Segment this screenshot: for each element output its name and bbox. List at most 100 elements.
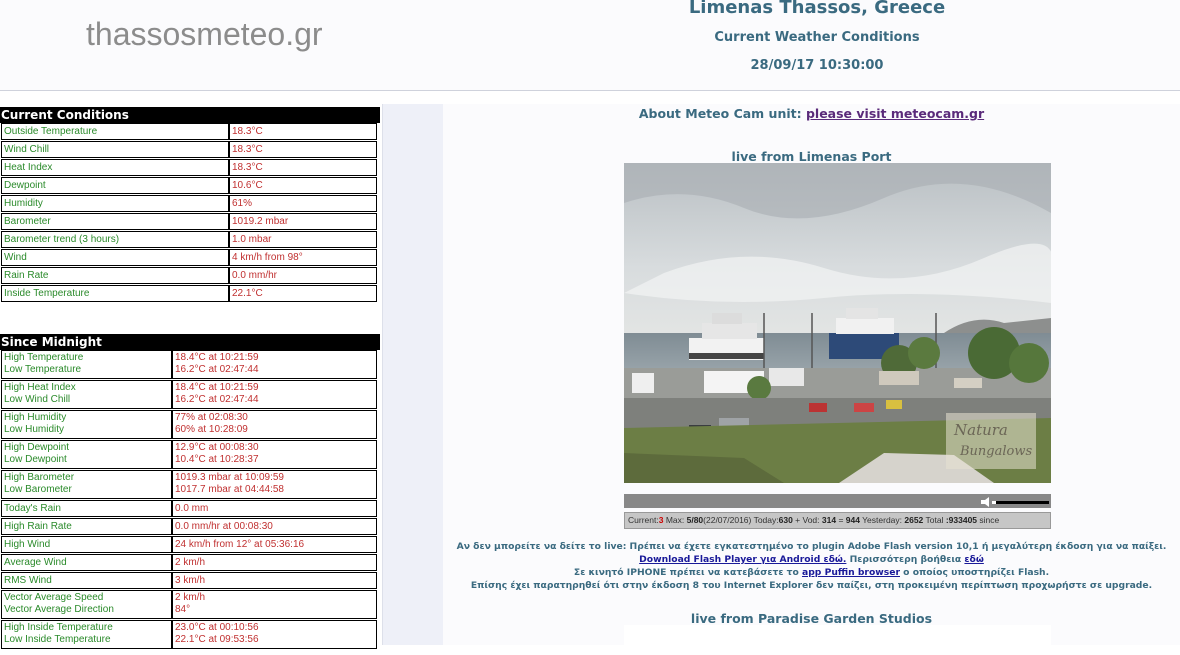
row-label-text: Dewpoint xyxy=(4,180,46,191)
row-label: High Dewpoint Low Dewpoint xyxy=(1,440,172,469)
row-value-text-2: 16.2°C at 02:47:44 xyxy=(175,364,259,375)
row-value-text: 18.3°C xyxy=(232,144,263,155)
stats-vod-label: + Vod: xyxy=(792,515,822,525)
meteocam-link[interactable]: please visit meteocam.gr xyxy=(806,106,984,121)
info-iphone-text-end: ο οποίος υποστηρίζει Flash. xyxy=(899,567,1050,578)
row-label-text-2: Low Humidity xyxy=(4,424,65,435)
row-label: High Rain Rate xyxy=(1,518,172,535)
row-value-text: 22.1°C xyxy=(232,288,263,299)
column-separator xyxy=(382,104,444,645)
row-value-text: 2 km/h xyxy=(175,592,206,603)
visitor-stats: Current:3 Max: 5/80(22/07/2016) Today:63… xyxy=(624,512,1051,529)
row-value: 77% at 02:08:30 60% at 10:28:09 xyxy=(172,410,377,439)
row-label: High Temperature Low Temperature xyxy=(1,350,172,379)
volume-slider xyxy=(992,501,1049,504)
row-value: 1019.3 mbar at 10:09:59 1017.7 mbar at 04… xyxy=(172,470,377,499)
row-label-text: High Dewpoint xyxy=(4,442,70,453)
row-label-text: Humidity xyxy=(4,198,43,209)
row-label-text-2: Low Inside Temperature xyxy=(4,634,111,645)
about-meteocam: About Meteo Cam unit: please visit meteo… xyxy=(443,106,1180,121)
row-value-text: 23.0°C at 00:10:56 xyxy=(175,622,259,633)
since-midnight-heading: Since Midnight xyxy=(0,334,380,350)
row-label-text: Heat Index xyxy=(4,162,53,173)
row-label-text: High Inside Temperature xyxy=(4,622,113,633)
row-value-text: 18.3°C xyxy=(232,126,263,137)
row-label-text: Average Wind xyxy=(4,557,67,568)
row-value: 18.3°C xyxy=(229,159,377,176)
row-label: Today's Rain xyxy=(1,500,172,517)
webcam-image: Natura Bungalows xyxy=(624,163,1051,483)
row-value-text: 0.0 mm/hr xyxy=(232,270,278,281)
row-label-text: High Humidity xyxy=(4,412,67,423)
report-datetime: 28/09/17 10:30:00 xyxy=(750,58,884,73)
row-value: 61% xyxy=(229,195,377,212)
current-conditions-heading: Current Conditions xyxy=(0,107,380,123)
row-label: RMS Wind xyxy=(1,572,172,589)
weather-data-column: Current Conditions Outside Temperature 18… xyxy=(0,104,382,649)
info-line-3: Σε κινητό IPHONE πρέπει να κατεβάσετε το… xyxy=(443,566,1180,579)
row-value-text: 2 km/h xyxy=(175,557,206,568)
row-value: 10.6°C xyxy=(229,177,377,194)
row-value-text-2: 1017.7 mbar at 04:44:58 xyxy=(175,484,284,495)
row-label-text: Barometer xyxy=(4,216,51,227)
row-label-text: Inside Temperature xyxy=(4,288,90,299)
row-label: High Barometer Low Barometer xyxy=(1,470,172,499)
row-value-text-2: 22.1°C at 09:53:56 xyxy=(175,634,259,645)
player-control-bar[interactable] xyxy=(624,494,1051,508)
row-label-text: High Heat Index xyxy=(4,382,76,393)
row-label: Average Wind xyxy=(1,554,172,571)
row-label: Humidity xyxy=(1,195,229,212)
row-value: 12.9°C at 00:08:30 10.4°C at 10:28:37 xyxy=(172,440,377,469)
row-label-text-2: Low Dewpoint xyxy=(4,454,67,465)
row-label: Dewpoint xyxy=(1,177,229,194)
more-help-link[interactable]: εδώ xyxy=(964,554,983,565)
row-value-text-2: 84° xyxy=(175,604,191,615)
row-value: 18.4°C at 10:21:59 16.2°C at 02:47:44 xyxy=(172,350,377,379)
webcam-paradise-garden[interactable] xyxy=(624,625,1051,655)
site-logo[interactable]: thassosmeteo.gr xyxy=(86,16,323,53)
stats-yesterday-value: 2652 xyxy=(904,515,924,525)
stats-vod-value: 314 xyxy=(821,515,837,525)
row-label: Inside Temperature xyxy=(1,285,229,302)
row-label: Wind xyxy=(1,249,229,266)
row-label-text: Outside Temperature xyxy=(4,126,98,137)
row-value: 4 km/h from 98° xyxy=(229,249,377,266)
stats-current-label: Current: xyxy=(628,515,659,525)
page-title: Limenas Thassos, Greece xyxy=(688,0,946,18)
row-label-text-2: Low Wind Chill xyxy=(4,394,71,405)
watermark-line1: Natura xyxy=(953,421,1008,439)
stats-max-value: 5/80 xyxy=(686,515,704,525)
row-label-text-2: Low Temperature xyxy=(4,364,82,375)
row-value: 3 km/h xyxy=(172,572,377,589)
row-value: 0.0 mm/hr at 00:08:30 xyxy=(172,518,377,535)
row-value-text: 61% xyxy=(232,198,253,209)
row-label-text: High Temperature xyxy=(4,352,84,363)
stats-max-date: (22/07/2016) xyxy=(703,515,752,525)
row-label: Wind Chill xyxy=(1,141,229,158)
row-value: 2 km/h 84° xyxy=(172,590,377,619)
row-label: Rain Rate xyxy=(1,267,229,284)
watermark-line2: Bungalows xyxy=(959,444,1032,459)
row-label-text: Vector Average Speed xyxy=(4,592,104,603)
row-value-text: 18.4°C at 10:21:59 xyxy=(175,352,259,363)
download-flash-link[interactable]: Download Flash Player για Android εδώ. xyxy=(639,554,846,565)
volume-control[interactable] xyxy=(624,495,1051,509)
row-value: 18.4°C at 10:21:59 16.2°C at 02:47:44 xyxy=(172,380,377,409)
row-label-text: RMS Wind xyxy=(4,575,52,586)
row-label-text: Barometer trend (3 hours) xyxy=(4,234,120,245)
page-subtitle: Current Weather Conditions xyxy=(714,30,920,45)
flash-help-info: Αν δεν μπορείτε να δείτε το live: Πρέπει… xyxy=(443,540,1180,592)
row-value: 18.3°C xyxy=(229,141,377,158)
row-label: Barometer xyxy=(1,213,229,230)
webcam-limenas-port[interactable]: Natura Bungalows xyxy=(624,163,1051,483)
row-value-text-2: 16.2°C at 02:47:44 xyxy=(175,394,259,405)
puffin-browser-link[interactable]: app Puffin browser xyxy=(802,567,900,578)
row-value-text: 1019.2 mbar xyxy=(232,216,289,227)
stats-eq-label: = xyxy=(836,515,846,525)
row-value-text-2: 10.4°C at 10:28:37 xyxy=(175,454,259,465)
row-value: 0.0 mm xyxy=(172,500,377,517)
row-value-text: 12.9°C at 00:08:30 xyxy=(175,442,259,453)
live-studios-title: live from Paradise Garden Studios xyxy=(690,611,933,626)
row-label-text: Today's Rain xyxy=(4,503,61,514)
row-value-text: 3 km/h xyxy=(175,575,206,586)
